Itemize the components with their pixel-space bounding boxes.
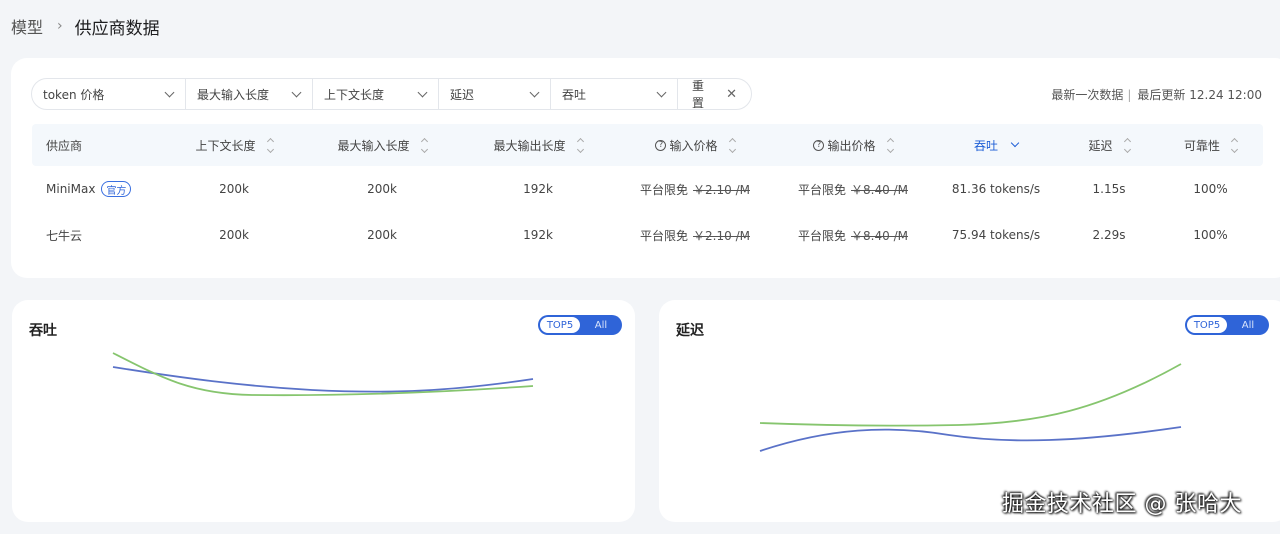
throughput-chart-card: 吞吐 TOP5 All	[12, 300, 635, 522]
header-label: 输出价格	[827, 138, 876, 153]
help-icon[interactable]: ?	[655, 139, 667, 151]
watermark: 掘金技术社区 @ 张哈大	[1002, 492, 1242, 517]
col-output-price[interactable]: ? 输出价格	[774, 124, 932, 166]
provider-table: 供应商 上下文长度 最大输入长度 最大输出长度 ? 输入价格 ? 输出价格 吞吐 延…	[32, 124, 1263, 258]
chevron-down-icon	[529, 87, 540, 97]
sort-icon	[576, 137, 584, 153]
filter-label: 最大输入长度	[197, 87, 270, 102]
header-label: 输入价格	[669, 138, 718, 153]
filter-label: 上下文长度	[324, 87, 385, 102]
sort-icon	[728, 137, 736, 153]
filter-bar: token 价格 最大输入长度 上下文长度 延迟 吞吐 重置 ✕	[31, 78, 752, 110]
col-max-output[interactable]: 最大输出长度	[460, 124, 616, 166]
table-header: 供应商 上下文长度 最大输入长度 最大输出长度 ? 输入价格 ? 输出价格 吞吐 延…	[32, 124, 1263, 166]
price-free-label: 平台限免	[640, 228, 689, 243]
filter-label: 吞吐	[562, 87, 587, 102]
throughput-cell: 75.94 tokens/s	[951, 228, 1041, 242]
col-reliability[interactable]: 可靠性	[1158, 124, 1263, 166]
header-label: 最大输出长度	[493, 138, 566, 153]
divider: |	[1127, 87, 1132, 102]
table-row[interactable]: 七牛云 200k 200k 192k 平台限免 ￥2.10 /M 平台限免 ￥8.4…	[32, 212, 1263, 258]
max-input-cell: 200k	[367, 182, 397, 196]
update-info: 最新一次数据 | 最后更新 12.24 12:00	[1051, 86, 1262, 103]
provider-name: MiniMax	[46, 182, 96, 196]
header-label: 供应商	[46, 138, 83, 153]
price-original: ￥2.10 /M	[693, 228, 750, 243]
series-line-green	[112, 352, 534, 397]
price-original: ￥8.40 /M	[851, 182, 908, 197]
header-label: 最大输入长度	[337, 138, 410, 153]
output-price-cell: 平台限免 ￥8.40 /M	[774, 166, 932, 212]
provider-cell: 七牛云	[32, 212, 164, 258]
filter-label: 延迟	[450, 87, 475, 102]
chevron-down-icon	[164, 87, 175, 97]
col-latency[interactable]: 延迟	[1060, 124, 1158, 166]
price-free-label: 平台限免	[640, 182, 689, 197]
sort-icon	[266, 137, 274, 153]
input-price-cell: 平台限免 ￥2.10 /M	[616, 166, 774, 212]
sort-icon	[420, 137, 428, 153]
col-input-price[interactable]: ? 输入价格	[616, 124, 774, 166]
filter-max-input[interactable]: 最大输入长度	[185, 78, 313, 110]
max-output-cell: 192k	[523, 182, 553, 196]
breadcrumb-parent[interactable]: 模型	[11, 14, 43, 38]
table-row[interactable]: MiniMax 官方 200k 200k 192k 平台限免 ￥2.10 /M 平台…	[32, 166, 1263, 212]
throughput-chart	[112, 352, 534, 397]
max-input-cell: 200k	[367, 228, 397, 242]
header-label: 可靠性	[1183, 138, 1220, 153]
breadcrumb: 模型 › 供应商数据	[11, 14, 160, 39]
provider-name: 七牛云	[46, 228, 83, 243]
col-throughput[interactable]: 吞吐	[932, 124, 1060, 166]
filter-context-length[interactable]: 上下文长度	[312, 78, 439, 110]
chevron-down-icon	[417, 87, 428, 97]
page-title: 供应商数据	[74, 18, 160, 39]
price-original: ￥8.40 /M	[851, 228, 908, 243]
reset-button[interactable]: 重置 ✕	[677, 78, 752, 110]
provider-cell: MiniMax 官方	[32, 166, 164, 212]
col-max-input[interactable]: 最大输入长度	[304, 124, 460, 166]
context-cell: 200k	[219, 228, 249, 242]
output-price-cell: 平台限免 ￥8.40 /M	[774, 212, 932, 258]
chevron-down-icon	[291, 87, 302, 97]
header-label: 吞吐	[973, 138, 998, 153]
sort-icon	[1230, 137, 1239, 153]
filter-throughput[interactable]: 吞吐	[550, 78, 678, 110]
sort-desc-icon	[1010, 138, 1020, 148]
series-line-blue	[759, 426, 1182, 452]
sort-icon	[886, 137, 894, 153]
reset-label: 重置	[692, 79, 705, 110]
provider-card: token 价格 最大输入长度 上下文长度 延迟 吞吐 重置 ✕ 最新一次数据 …	[11, 58, 1280, 278]
reliability-cell: 100%	[1193, 228, 1228, 242]
input-price-cell: 平台限免 ￥2.10 /M	[616, 212, 774, 258]
official-badge: 官方	[101, 181, 132, 197]
last-updated: 最后更新 12.24 12:00	[1137, 88, 1262, 102]
latency-cell: 2.29s	[1092, 228, 1126, 242]
series-line-green	[759, 363, 1182, 427]
sort-icon	[1123, 137, 1131, 153]
throughput-cell: 81.36 tokens/s	[951, 182, 1041, 196]
filter-token-price[interactable]: token 价格	[31, 78, 186, 110]
filter-latency[interactable]: 延迟	[438, 78, 551, 110]
breadcrumb-separator-icon: ›	[57, 18, 63, 34]
price-free-label: 平台限免	[798, 228, 847, 243]
col-provider: 供应商	[32, 124, 164, 166]
header-label: 上下文长度	[195, 138, 256, 153]
price-free-label: 平台限免	[798, 182, 847, 197]
chevron-down-icon	[656, 87, 667, 97]
series-line-blue	[112, 366, 534, 393]
help-icon[interactable]: ?	[813, 139, 825, 151]
latency-cell: 1.15s	[1092, 182, 1126, 196]
col-context[interactable]: 上下文长度	[164, 124, 304, 166]
header-label: 延迟	[1088, 138, 1113, 153]
filter-label: token 价格	[43, 87, 105, 102]
close-icon: ✕	[726, 86, 737, 102]
price-original: ￥2.10 /M	[693, 182, 750, 197]
max-output-cell: 192k	[523, 228, 553, 242]
latest-data-link[interactable]: 最新一次数据	[1051, 86, 1123, 103]
reliability-cell: 100%	[1193, 182, 1228, 196]
context-cell: 200k	[219, 182, 249, 196]
